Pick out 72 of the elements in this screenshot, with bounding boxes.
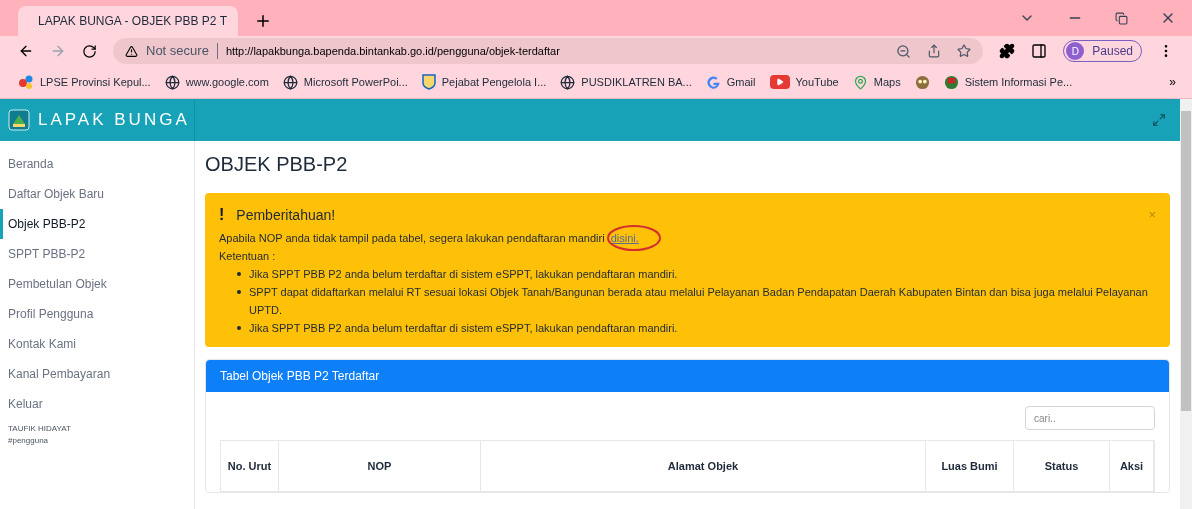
alert-item: Jika SPPT PBB P2 anda belum terdaftar di sistem eSPPT, lakukan pendaftaran mandiri.	[249, 321, 678, 336]
owl-icon	[914, 74, 930, 90]
alert-item: SPPT dapat didaftarkan melalui RT sesuai lokasi Objek Tanah/Bangunan berada atau melalui Pelayanan Badan Pendapatan Daerah Kabupaten Bintan dan bisa juga melalui Pelayanan UPTD.	[249, 285, 1149, 318]
bookmark[interactable]: www.google.com	[164, 73, 269, 91]
bookmark[interactable]: Gmail	[705, 73, 756, 91]
tab-title: LAPAK BUNGA - OBJEK PBB P2 T	[38, 13, 227, 30]
globe-icon	[164, 74, 180, 90]
bookmark[interactable]: PUSDIKLATREN BA...	[560, 73, 692, 91]
bookmark[interactable]: Sistem Informasi Pe...	[943, 73, 1073, 91]
bookmark[interactable]	[914, 74, 930, 90]
sidebar-item[interactable]: Beranda	[0, 149, 194, 179]
back-icon[interactable]	[18, 43, 34, 59]
more-bookmarks[interactable]: »	[1169, 73, 1176, 91]
logo-icon	[8, 109, 30, 131]
shield-icon	[421, 74, 436, 90]
brand-name: LAPAK BUNGA	[38, 109, 190, 132]
sidebar-item[interactable]: Profil Pengguna	[0, 299, 194, 329]
sidebar-item[interactable]: Daftar Objek Baru	[0, 179, 194, 209]
play-icon	[769, 75, 790, 89]
alert-item: Jika SPPT PBB P2 anda belum terdaftar di sistem eSPPT, lakukan pendaftaran mandiri.	[249, 267, 678, 282]
bookmark[interactable]: Maps	[852, 73, 901, 91]
sidebar-item[interactable]: SPPT PBB-P2	[0, 239, 194, 269]
column-header: Alamat Objek	[481, 441, 926, 491]
sidebar-item[interactable]: Kontak Kami	[0, 329, 194, 359]
restore-icon[interactable]	[1115, 11, 1128, 25]
alert-subtitle: Ketentuan :	[219, 249, 277, 264]
user-name: TAUFIK HIDAYAT	[7, 423, 72, 435]
bullet-icon	[237, 290, 241, 294]
bookmark[interactable]: Microsoft PowerPoi...	[282, 73, 408, 91]
bookmark[interactable]: YouTube	[769, 73, 839, 91]
alert-title: Pemberitahuan!	[236, 205, 336, 225]
sidebar-item[interactable]: Pembetulan Objek	[0, 269, 194, 299]
colored-dots-icon	[18, 74, 34, 90]
column-header: Aksi	[1110, 441, 1154, 491]
browser-tab[interactable]: LAPAK BUNGA - OBJEK PBB P2 T	[18, 6, 238, 36]
page-title: OBJEK PBB-P2	[205, 152, 349, 177]
alert-message: Apabila NOP anda tidak tampil pada tabel, segera lakukan pendaftaran mandiri	[219, 232, 605, 244]
sidebar-item[interactable]: Kanal Pembayaran	[0, 359, 194, 389]
warning-icon	[125, 44, 138, 58]
address-bar[interactable]: Not secure http://lapakbunga.bapenda.bintankab.go.id/pengguna/objek-terdaftar	[113, 38, 984, 64]
bookmark[interactable]: LPSE Provinsi Kepul...	[18, 73, 151, 91]
fullscreen-icon[interactable]	[1152, 113, 1166, 127]
side-panel-icon[interactable]	[1031, 43, 1048, 59]
reload-icon[interactable]	[82, 43, 97, 59]
scrollbar[interactable]	[1180, 99, 1192, 509]
map-pin-icon	[852, 74, 868, 90]
exclamation-mark: !	[219, 205, 225, 225]
user-role: #pengguna	[7, 435, 50, 447]
column-header: Luas Bumi	[926, 441, 1014, 491]
puzzle-icon[interactable]	[999, 43, 1016, 59]
globe-icon	[282, 74, 298, 90]
avatar-initial: D	[1066, 42, 1085, 60]
column-header: No. Urut	[221, 441, 279, 491]
globe-icon	[560, 74, 576, 90]
sidebar-item[interactable]: Keluar	[0, 389, 194, 419]
column-header: Status	[1014, 441, 1110, 491]
g-letter-icon	[705, 74, 721, 90]
column-header: NOP	[279, 441, 481, 491]
security-label: Not secure	[146, 42, 209, 61]
share-icon[interactable]	[927, 44, 942, 58]
new-tab-icon[interactable]	[254, 12, 272, 30]
sidebar-item[interactable]: Objek PBB-P2	[0, 209, 194, 239]
bullet-icon	[237, 272, 241, 276]
url-text: http://lapakbunga.bapenda.bintankab.go.id/pengguna/objek-terdaftar	[225, 43, 560, 59]
bullet-icon	[237, 326, 241, 330]
profile-status: Paused	[1092, 43, 1133, 60]
emblem-icon	[943, 74, 959, 90]
search-field[interactable]: cari..	[1025, 406, 1155, 430]
table-title: Tabel Objek PBB P2 Terdaftar	[220, 368, 380, 385]
star-icon[interactable]	[957, 44, 972, 58]
zoom-out-icon[interactable]	[896, 43, 912, 59]
bookmark[interactable]: Pejabat Pengelola I...	[421, 73, 547, 91]
